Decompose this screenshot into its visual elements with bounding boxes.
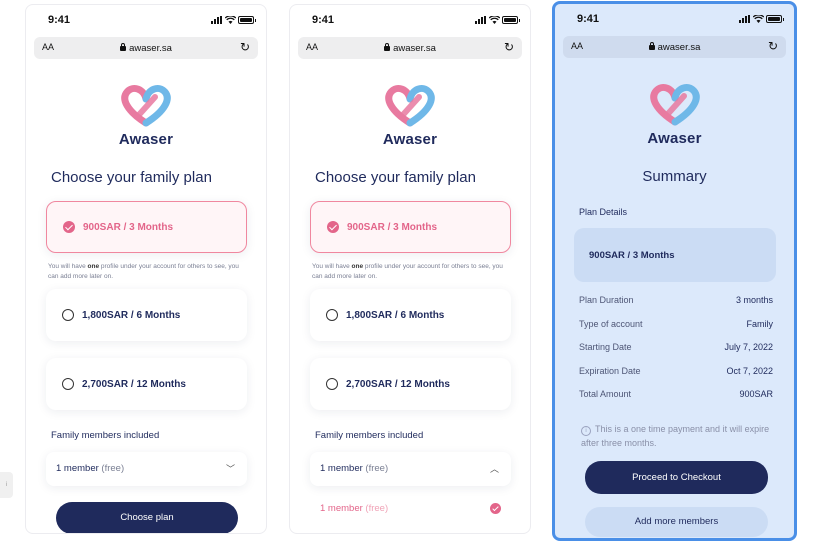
plan-option-12-months[interactable]: 2,700SAR / 12 Months xyxy=(310,358,511,410)
status-time: 9:41 xyxy=(48,14,71,26)
url-field[interactable]: awaser.sa xyxy=(563,42,786,53)
proceed-to-checkout-button[interactable]: Proceed to Checkout xyxy=(585,461,768,494)
family-members-select[interactable]: 1 member (free) ︿ xyxy=(310,452,511,486)
signal-icon xyxy=(739,15,750,23)
phone-screen-choose-plan: 9:41 AA awaser.sa ↻ Awaser Choose your f… xyxy=(25,4,267,534)
lock-icon xyxy=(384,43,391,51)
plan-option-12-months[interactable]: 2,700SAR / 12 Months xyxy=(46,358,247,410)
radio-unchecked-icon xyxy=(62,378,74,390)
status-icons xyxy=(475,16,520,24)
status-bar: 9:41 xyxy=(26,14,266,28)
page-title: Summary xyxy=(642,168,707,185)
awaser-logo-icon xyxy=(649,84,700,126)
lock-icon xyxy=(648,42,655,50)
side-edge-tab[interactable]: i xyxy=(0,472,13,498)
summary-row: Type of account Family xyxy=(579,318,773,329)
summary-row: Starting Date July 7, 2022 xyxy=(579,342,773,352)
status-time: 9:41 xyxy=(312,14,335,26)
radio-unchecked-icon xyxy=(62,309,74,321)
radio-checked-icon xyxy=(327,221,339,233)
plan-label: 900SAR / 3 Months xyxy=(347,221,438,233)
phone-screen-summary: 9:41 AA awaser.sa ↻ Awaser Summary Plan … xyxy=(552,1,797,541)
signal-icon xyxy=(475,16,486,24)
browser-address-bar[interactable]: AA awaser.sa ↻ xyxy=(298,37,522,59)
brand-logo: Awaser xyxy=(26,83,266,148)
brand-name: Awaser xyxy=(647,130,702,147)
plan-details-label: Plan Details xyxy=(579,207,628,217)
member-value: 1 member xyxy=(320,463,363,474)
brand-name: Awaser xyxy=(118,131,174,148)
radio-unchecked-icon xyxy=(326,309,338,321)
chevron-down-icon: ﹀ xyxy=(225,464,235,474)
radio-unchecked-icon xyxy=(326,378,338,390)
plan-option-3-months[interactable]: 900SAR / 3 Months xyxy=(46,201,247,253)
browser-address-bar[interactable]: AA awaser.sa ↻ xyxy=(34,37,258,59)
option-value: 1 member xyxy=(320,503,363,514)
status-icons xyxy=(211,16,256,24)
awaser-logo-icon xyxy=(385,85,435,127)
url-field[interactable]: awaser.sa xyxy=(34,43,258,54)
plan-note: You will have one profile under your acc… xyxy=(312,263,503,280)
plan-label: 2,700SAR / 12 Months xyxy=(82,378,186,390)
url-text: awaser.sa xyxy=(129,43,172,54)
battery-icon xyxy=(766,15,784,23)
plan-option-3-months[interactable]: 900SAR / 3 Months xyxy=(310,201,511,253)
summary-list: Plan Duration 3 months Type of account Fam… xyxy=(579,295,773,413)
family-members-label: Family members included xyxy=(51,430,160,441)
summary-row: Plan Duration 3 months xyxy=(579,295,773,305)
brand-logo: Awaser xyxy=(555,82,794,147)
phone-screen-choose-plan-dropdown-open: 9:41 AA awaser.sa ↻ Awaser Choose your f… xyxy=(289,4,531,534)
family-members-label: Family members included xyxy=(315,430,424,441)
lock-icon xyxy=(120,43,127,51)
member-free-tag: (free) xyxy=(365,463,389,474)
url-text: awaser.sa xyxy=(393,43,436,54)
brand-name: Awaser xyxy=(382,131,438,148)
wifi-icon xyxy=(753,15,764,23)
battery-icon xyxy=(238,16,256,24)
page-title: Choose your family plan xyxy=(51,169,212,186)
choose-plan-button[interactable]: Choose plan xyxy=(56,502,238,533)
status-bar: 9:41 xyxy=(290,14,530,28)
battery-icon xyxy=(502,16,520,24)
plan-details-card: 900SAR / 3 Months xyxy=(574,228,776,282)
summary-row: Total Amount 900SAR xyxy=(579,389,773,399)
radio-checked-icon xyxy=(63,221,75,233)
plan-option-6-months[interactable]: 1,800SAR / 6 Months xyxy=(46,289,247,341)
summary-row: Expiration Date Oct 7, 2022 xyxy=(579,365,773,376)
wifi-icon xyxy=(489,16,500,24)
reload-icon[interactable]: ↻ xyxy=(240,40,250,54)
status-bar: 9:41 xyxy=(555,13,794,27)
plan-label: 1,800SAR / 6 Months xyxy=(82,309,181,321)
plan-option-6-months[interactable]: 1,800SAR / 6 Months xyxy=(310,289,511,341)
url-text: awaser.sa xyxy=(657,42,701,53)
browser-address-bar[interactable]: AA awaser.sa ↻ xyxy=(563,36,786,58)
page-title: Choose your family plan xyxy=(315,169,476,186)
checkmark-icon xyxy=(490,503,501,514)
status-icons xyxy=(739,15,784,23)
status-time: 9:41 xyxy=(577,13,600,25)
plan-note: You will have one profile under your acc… xyxy=(48,263,239,280)
family-members-select[interactable]: 1 member (free) ﹀ xyxy=(46,452,247,486)
reload-icon[interactable]: ↻ xyxy=(504,40,514,54)
plan-label: 1,800SAR / 6 Months xyxy=(346,309,445,321)
url-field[interactable]: awaser.sa xyxy=(298,43,522,54)
chevron-up-icon: ︿ xyxy=(489,464,499,474)
awaser-logo-icon xyxy=(121,85,171,127)
brand-logo: Awaser xyxy=(290,83,530,148)
signal-icon xyxy=(211,16,222,24)
add-more-members-button[interactable]: Add more members xyxy=(585,507,768,537)
plan-label: 900SAR / 3 Months xyxy=(83,221,174,233)
reload-icon[interactable]: ↻ xyxy=(768,39,778,53)
member-free-tag: (free) xyxy=(101,463,125,474)
info-text: This is a one time payment and it will e… xyxy=(581,424,770,449)
member-value: 1 member xyxy=(56,463,99,474)
plan-label: 2,700SAR / 12 Months xyxy=(346,378,450,390)
info-icon: i xyxy=(581,426,591,436)
option-free-tag: (free) xyxy=(365,503,389,514)
wifi-icon xyxy=(225,16,236,24)
payment-info-note: i This is a one time payment and it will … xyxy=(581,422,771,451)
